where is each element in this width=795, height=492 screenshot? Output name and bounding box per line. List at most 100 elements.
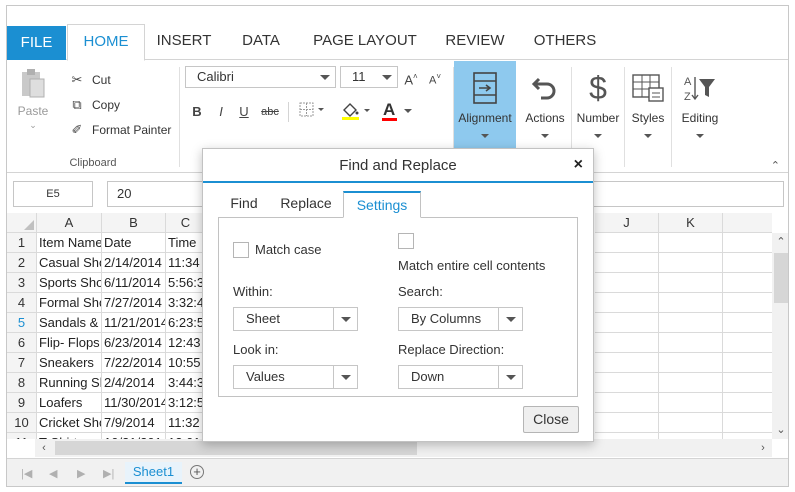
borders-button[interactable] bbox=[295, 101, 329, 123]
close-button[interactable]: Close bbox=[523, 406, 579, 433]
grid-cell[interactable]: 11:32 bbox=[166, 413, 206, 433]
strikethrough-button[interactable]: abc bbox=[259, 101, 281, 123]
actions-button[interactable]: Actions bbox=[519, 61, 571, 153]
font-size-select[interactable]: 11 bbox=[340, 66, 398, 88]
grid-cell[interactable]: Sneakers bbox=[37, 353, 102, 373]
underline-button[interactable]: U bbox=[236, 101, 252, 123]
tab-settings[interactable]: Settings bbox=[343, 191, 421, 218]
grid-cell[interactable]: 10:55 bbox=[166, 353, 206, 373]
grid-cell[interactable]: 5:56:3 bbox=[166, 273, 206, 293]
grid-cell[interactable] bbox=[659, 293, 723, 313]
paste-button[interactable]: Paste ⌄ bbox=[16, 67, 50, 131]
grid-cell[interactable] bbox=[723, 293, 772, 313]
fill-color-button[interactable] bbox=[339, 101, 373, 123]
grid-cell[interactable]: 12:43 bbox=[166, 333, 206, 353]
grid-cell[interactable]: Casual Shoes bbox=[37, 253, 102, 273]
row-header[interactable]: 1 bbox=[7, 233, 37, 253]
row-header[interactable]: 6 bbox=[7, 333, 37, 353]
grid-cell[interactable] bbox=[723, 333, 772, 353]
grid-cell[interactable]: Running Shoes bbox=[37, 373, 102, 393]
tab-replace[interactable]: Replace bbox=[273, 191, 339, 218]
grid-cell[interactable]: 11/30/2014 bbox=[102, 393, 166, 413]
grid-cell[interactable]: 7/22/2014 bbox=[102, 353, 166, 373]
number-button[interactable]: $ Number bbox=[572, 61, 624, 153]
scroll-down-icon[interactable]: ⌄ bbox=[772, 421, 788, 439]
grid-cell[interactable] bbox=[659, 313, 723, 333]
grid-cell[interactable] bbox=[595, 373, 659, 393]
look-in-dropdown[interactable]: Values bbox=[233, 365, 358, 389]
scroll-right-icon[interactable]: › bbox=[754, 439, 772, 457]
grid-cell[interactable] bbox=[595, 253, 659, 273]
tab-review[interactable]: REVIEW bbox=[437, 24, 513, 60]
column-header-a[interactable]: A bbox=[37, 213, 102, 233]
grid-cell[interactable]: 6:23:5 bbox=[166, 313, 206, 333]
select-all-corner[interactable] bbox=[7, 213, 37, 233]
vertical-scroll-thumb[interactable] bbox=[774, 253, 788, 303]
bold-button[interactable]: B bbox=[189, 101, 205, 123]
styles-button[interactable]: Styles bbox=[625, 61, 671, 153]
row-header[interactable]: 5 bbox=[7, 313, 37, 333]
copy-button[interactable]: ⧉ Copy bbox=[69, 96, 120, 114]
grid-cell[interactable] bbox=[595, 313, 659, 333]
grid-cell[interactable]: 7/27/2014 bbox=[102, 293, 166, 313]
grid-cell[interactable]: Loafers bbox=[37, 393, 102, 413]
row-header[interactable]: 8 bbox=[7, 373, 37, 393]
font-color-button[interactable]: A bbox=[379, 100, 415, 123]
grid-cell[interactable] bbox=[723, 233, 772, 253]
tab-page-layout[interactable]: PAGE LAYOUT bbox=[305, 24, 425, 60]
row-header[interactable]: 11 bbox=[7, 433, 37, 439]
grid-cell[interactable]: Formal Shoes bbox=[37, 293, 102, 313]
scroll-up-icon[interactable]: ⌃ bbox=[772, 233, 788, 251]
grid-cell[interactable] bbox=[723, 413, 772, 433]
column-header-j[interactable]: J bbox=[595, 213, 659, 233]
tab-file[interactable]: FILE bbox=[7, 26, 66, 60]
row-header[interactable]: 7 bbox=[7, 353, 37, 373]
italic-button[interactable]: I bbox=[213, 101, 229, 123]
grow-font-button[interactable]: A˄ bbox=[403, 66, 419, 88]
grid-cell[interactable] bbox=[659, 333, 723, 353]
row-header[interactable]: 3 bbox=[7, 273, 37, 293]
grid-cell[interactable]: Sports Shoes bbox=[37, 273, 102, 293]
grid-cell[interactable] bbox=[595, 393, 659, 413]
grid-cell[interactable]: Date bbox=[102, 233, 166, 253]
grid-cell[interactable]: 2/4/2014 bbox=[102, 373, 166, 393]
grid-cell[interactable] bbox=[723, 253, 772, 273]
tab-data[interactable]: DATA bbox=[229, 24, 293, 60]
first-sheet-icon[interactable]: |◀ bbox=[21, 467, 32, 480]
grid-cell[interactable] bbox=[723, 313, 772, 333]
grid-cell[interactable]: Flip- Flops bbox=[37, 333, 102, 353]
grid-cell[interactable]: 6/11/2014 bbox=[102, 273, 166, 293]
grid-cell[interactable] bbox=[659, 393, 723, 413]
close-icon[interactable]: × bbox=[574, 157, 583, 173]
grid-cell[interactable] bbox=[659, 273, 723, 293]
match-entire-checkbox[interactable] bbox=[398, 233, 414, 249]
grid-cell[interactable]: 6/23/2014 bbox=[102, 333, 166, 353]
sheet-tab-sheet1[interactable]: Sheet1 bbox=[125, 462, 182, 484]
search-dropdown[interactable]: By Columns bbox=[398, 307, 523, 331]
horizontal-scroll-thumb[interactable] bbox=[55, 441, 417, 455]
within-dropdown[interactable]: Sheet bbox=[233, 307, 358, 331]
grid-cell[interactable] bbox=[595, 333, 659, 353]
editing-button[interactable]: A Z Editing bbox=[673, 61, 727, 153]
match-case-checkbox[interactable] bbox=[233, 242, 249, 258]
scroll-left-icon[interactable]: ‹ bbox=[35, 439, 53, 457]
row-header[interactable]: 9 bbox=[7, 393, 37, 413]
column-header-b[interactable]: B bbox=[102, 213, 166, 233]
cut-button[interactable]: ✂ Cut bbox=[69, 71, 111, 89]
grid-cell[interactable] bbox=[595, 273, 659, 293]
grid-cell[interactable]: 3:32:4 bbox=[166, 293, 206, 313]
row-header[interactable]: 4 bbox=[7, 293, 37, 313]
column-header-c[interactable]: C bbox=[166, 213, 206, 233]
add-sheet-icon[interactable]: + bbox=[190, 465, 204, 479]
grid-cell[interactable]: Cricket Shoes bbox=[37, 413, 102, 433]
grid-cell[interactable]: Sandals & bbox=[37, 313, 102, 333]
tab-insert[interactable]: INSERT bbox=[149, 24, 219, 60]
grid-cell[interactable]: 11:34 bbox=[166, 253, 206, 273]
column-header-k[interactable]: K bbox=[659, 213, 723, 233]
grid-cell[interactable] bbox=[659, 373, 723, 393]
grid-cell[interactable] bbox=[595, 413, 659, 433]
grid-cell[interactable] bbox=[723, 353, 772, 373]
grid-cell[interactable]: 3:44:3 bbox=[166, 373, 206, 393]
grid-cell[interactable]: 3:12:5 bbox=[166, 393, 206, 413]
row-header[interactable]: 2 bbox=[7, 253, 37, 273]
